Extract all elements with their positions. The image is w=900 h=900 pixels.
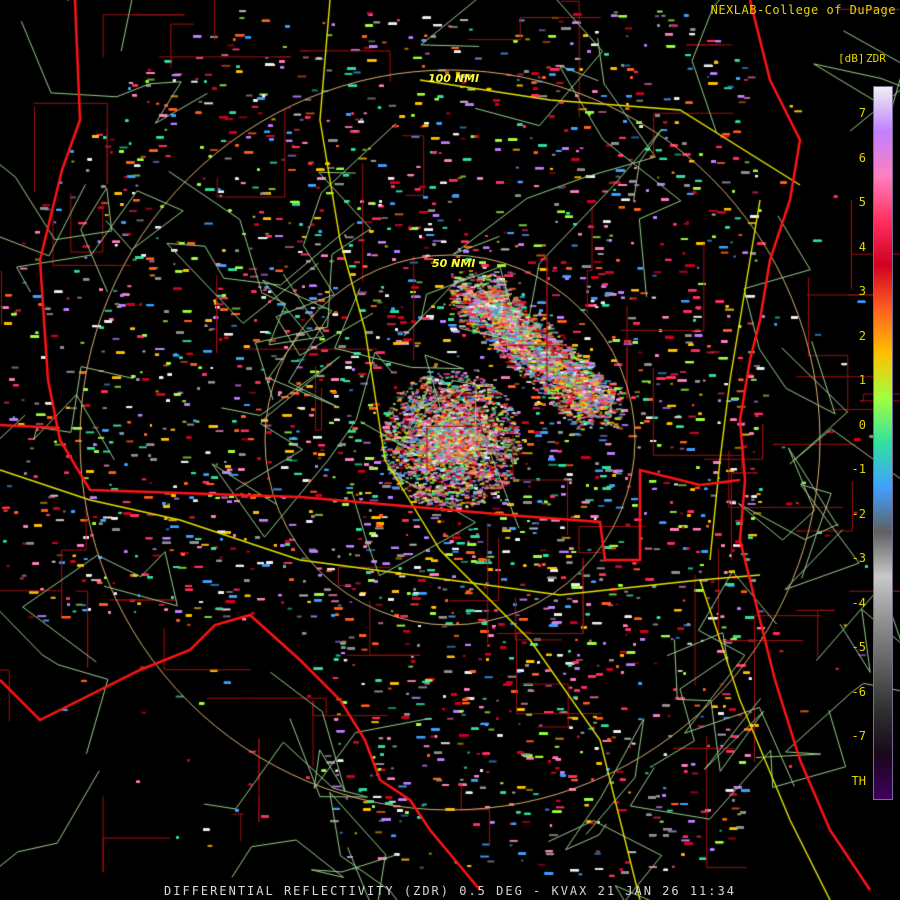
color-scale-tick: -5: [851, 640, 866, 654]
color-scale-tick: 7: [858, 106, 866, 120]
color-scale-tick: TH: [851, 773, 866, 788]
radar-map: [0, 0, 900, 900]
range-ring-label-50: 50 NMI: [432, 257, 476, 270]
color-scale-tick: 5: [858, 195, 866, 209]
color-scale-tick: -1: [851, 462, 866, 476]
color-scale-tick: -2: [851, 506, 866, 521]
credit-label: NEXLAB-College of DuPage: [710, 3, 896, 17]
color-scale-tick: 4: [858, 239, 866, 254]
color-scale-tick: 3: [858, 284, 866, 298]
color-scale-tick: 0: [858, 417, 866, 432]
color-scale-tick: 2: [858, 328, 866, 343]
color-scale-tick: 6: [858, 150, 866, 165]
color-scale-tick: -3: [851, 551, 866, 565]
scale-product-label: ZDR: [866, 52, 886, 65]
color-scale-tick: -7: [851, 729, 866, 743]
color-scale-bar: [873, 86, 893, 800]
scale-unit-label: [dB]: [838, 52, 865, 65]
color-scale-tick: -6: [851, 684, 866, 699]
product-footer: DIFFERENTIAL REFLECTIVITY (ZDR) 0.5 DEG …: [164, 884, 736, 898]
range-ring-label-100: 100 NMI: [428, 72, 480, 85]
color-scale-tick: -4: [851, 595, 866, 610]
color-scale-tick: 1: [858, 373, 866, 387]
